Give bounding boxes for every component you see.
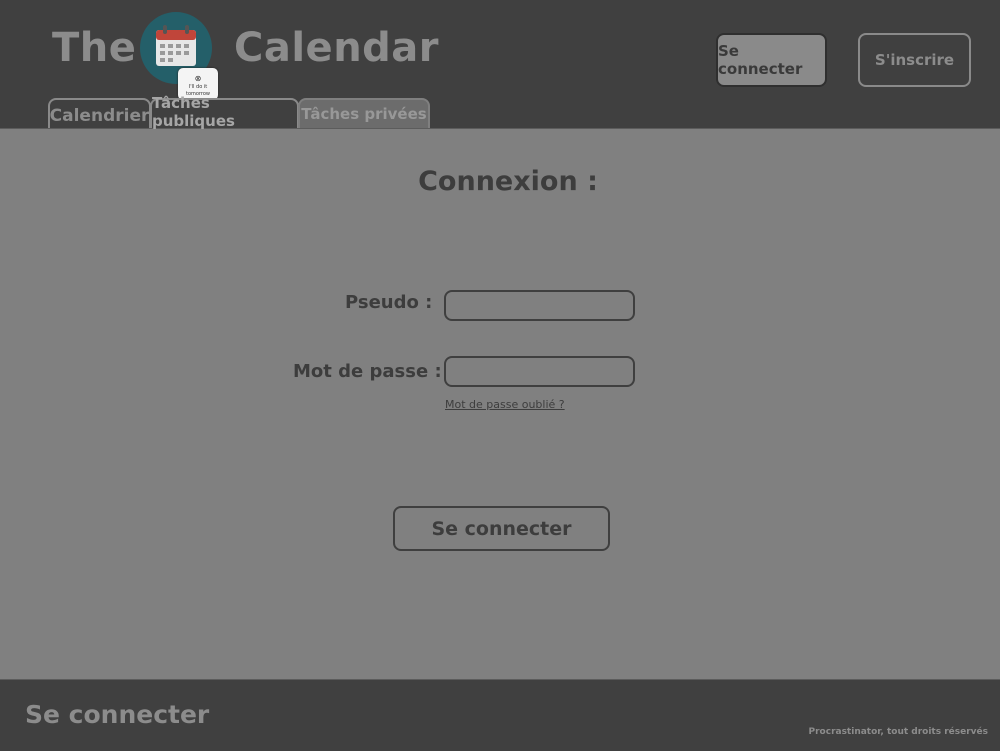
- tab-taches-privees[interactable]: Tâches privées: [298, 98, 430, 128]
- submit-login-button[interactable]: Se connecter: [393, 506, 610, 551]
- header-login-button[interactable]: Se connecter: [716, 33, 827, 87]
- pseudo-label: Pseudo :: [345, 292, 433, 313]
- footer-copyright: Procrastinator, tout droits réservés: [808, 727, 988, 737]
- calendar-logo-icon: ⊗ I'll do it tomorrow: [140, 12, 218, 100]
- pseudo-input[interactable]: [444, 290, 635, 321]
- forgot-password-link[interactable]: Mot de passe oublié ?: [445, 398, 565, 411]
- header-signup-button[interactable]: S'inscrire: [858, 33, 971, 87]
- page-title: Connexion :: [418, 166, 598, 197]
- brand-title-right: Calendar: [234, 25, 440, 71]
- password-label: Mot de passe :: [293, 361, 442, 382]
- tab-calendrier[interactable]: Calendrier: [48, 98, 151, 128]
- footer-title: Se connecter: [25, 700, 210, 729]
- clock-icon: ⊗: [194, 74, 202, 83]
- password-input[interactable]: [444, 356, 635, 387]
- page-footer: Se connecter Procrastinator, tout droits…: [0, 679, 1000, 751]
- brand-title-left: The: [52, 25, 137, 71]
- tab-taches-publiques[interactable]: Tâches publiques: [150, 94, 299, 130]
- app-header: The ⊗ I'll do it tomorrow Calendar Se co…: [0, 0, 1000, 130]
